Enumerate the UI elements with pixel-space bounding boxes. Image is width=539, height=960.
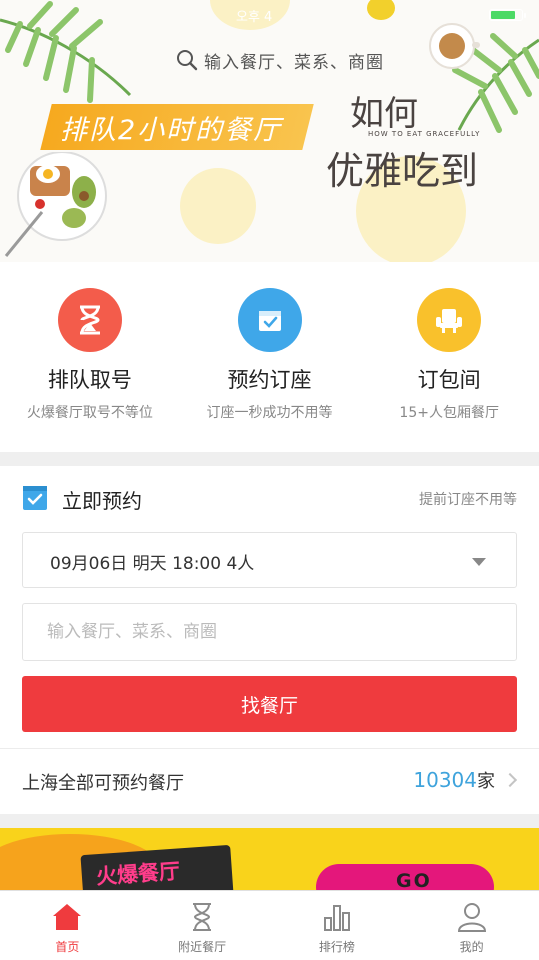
service-icon-bg [417, 288, 482, 352]
hero-art-title-sub: HOW TO EAT GRACEFULLY [368, 130, 481, 138]
bar-chart-icon [323, 905, 350, 931]
restaurant-count-unit: 家 [477, 771, 495, 792]
chevron-right-icon [502, 772, 518, 788]
restaurant-count-label: 上海全部可预约餐厅 [22, 773, 184, 794]
calendar-check-icon [258, 311, 281, 331]
service-subtitle: 火爆餐厅取号不等位 [26, 405, 153, 421]
booking-hint: 提前订座不用等 [419, 492, 517, 508]
hourglass-icon [79, 305, 100, 335]
tab-me[interactable]: 我的 [404, 891, 539, 960]
battery-icon [489, 9, 526, 21]
service-reserve[interactable]: 预约订座 订座一秒成功不用等 [180, 262, 360, 452]
service-icon-bg [237, 288, 302, 352]
tab-ranking[interactable]: 排行榜 [270, 891, 405, 960]
tab-nearby[interactable]: 附近餐厅 [135, 891, 270, 960]
queue-banner-text: 排队2小时的餐厅 [60, 115, 283, 146]
armchair-icon [436, 309, 463, 333]
search-icon [177, 50, 198, 71]
restaurant-count-row[interactable]: 上海全部可预约餐厅 10304家 [0, 749, 539, 813]
decor-circle [180, 168, 256, 244]
hourglass-icon [193, 903, 212, 931]
hero-art-title-top: 如何 [350, 94, 418, 134]
tab-label: 排行榜 [318, 940, 355, 954]
booking-header: 立即预约 提前订座不用等 [0, 466, 539, 530]
tab-bar: 首页 附近餐厅 排行榜 我的 [0, 890, 539, 960]
promo-go-text: GO [396, 870, 432, 890]
tab-home[interactable]: 首页 [0, 891, 135, 960]
hero-search-button[interactable]: 输入餐厅、菜系、商圈 [176, 44, 384, 76]
hero-banner[interactable]: 오후 4 输入餐厅、菜系、商圈 排队2小时的餐厅 如何 HOW TO EAT G… [0, 0, 539, 262]
restaurant-count: 10304家 [413, 767, 495, 793]
booking-title: 立即预约 [62, 489, 142, 513]
checkbox-icon [23, 486, 47, 510]
home-icon [53, 904, 82, 930]
service-grid: 排队取号 火爆餐厅取号不等位 预约订座 订座一秒成功不用等 订包间 15+人包厢… [0, 262, 539, 452]
service-queue[interactable]: 排队取号 火爆餐厅取号不等位 [0, 262, 180, 452]
service-subtitle: 订座一秒成功不用等 [206, 405, 333, 421]
booking-panel: 立即预约 提前订座不用等 09月06日 明天 18:00 4人 找餐厅 上海全部… [0, 466, 539, 814]
hero-art-title: 如何 HOW TO EAT GRACEFULLY 优雅吃到 [322, 86, 522, 206]
promo-banner[interactable]: 火爆餐厅 GO [0, 828, 539, 890]
chevron-down-icon [472, 558, 486, 566]
restaurant-count-value: 10304 [413, 768, 477, 792]
service-title: 预约订座 [227, 368, 312, 392]
tab-label: 附近餐厅 [178, 940, 227, 954]
tab-label: 我的 [459, 940, 484, 954]
date-time-select[interactable]: 09月06日 明天 18:00 4人 [22, 532, 517, 588]
service-title: 排队取号 [47, 368, 132, 392]
find-restaurant-button[interactable]: 找餐厅 [22, 676, 517, 732]
tab-label: 首页 [55, 940, 80, 954]
user-icon [457, 903, 486, 932]
date-time-value: 09月06日 明天 18:00 4人 [50, 554, 255, 574]
service-private-room[interactable]: 订包间 15+人包厢餐厅 [359, 262, 539, 452]
service-title: 订包间 [417, 368, 481, 392]
service-subtitle: 15+人包厢餐厅 [399, 405, 499, 421]
hero-search-placeholder: 输入餐厅、菜系、商圈 [204, 52, 384, 73]
food-plate-image [4, 152, 107, 257]
status-bar: 오후 4 [0, 0, 539, 28]
hero-art-title-bottom: 优雅吃到 [326, 149, 479, 193]
status-time: 오후 4 [236, 10, 273, 25]
restaurant-search-input[interactable] [22, 603, 517, 661]
service-icon-bg [57, 288, 122, 352]
promo-sign-text: 火爆餐厅 [95, 859, 181, 889]
